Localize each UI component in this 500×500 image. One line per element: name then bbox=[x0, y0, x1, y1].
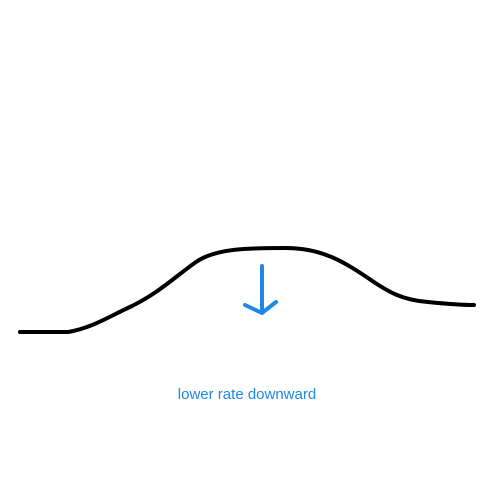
annotation-label: lower rate downward bbox=[177, 386, 317, 403]
sketch-drawing bbox=[18, 246, 476, 334]
diagram-canvas: lower rate downward bbox=[0, 0, 500, 500]
arrow-down-icon bbox=[243, 264, 278, 315]
bell-curve bbox=[18, 246, 476, 334]
